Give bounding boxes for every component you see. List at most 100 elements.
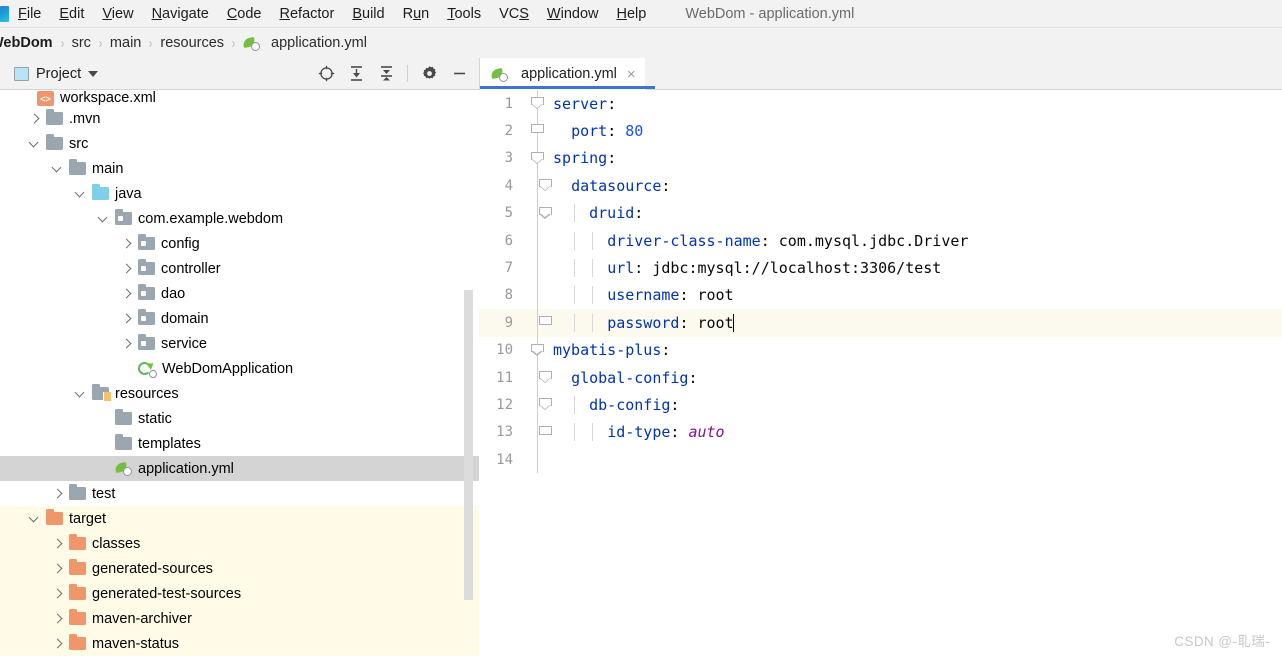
editor-line[interactable]: 11 global-config: [479,363,1282,392]
editor-line[interactable]: 12 db-config: [479,391,1282,419]
chevron-right-icon[interactable] [30,114,39,123]
fold-gutter[interactable] [522,90,553,118]
chevron-down-icon[interactable] [88,70,99,77]
editor-line[interactable]: 6 driver-class-name: com.mysql.jdbc.Driv… [479,226,1282,255]
editor-line[interactable]: 4 datasource: [479,172,1282,200]
expand-all-icon[interactable] [344,62,368,86]
chevron-right-icon[interactable] [122,239,131,248]
chevron-right-icon[interactable] [53,614,62,623]
tree-row[interactable]: src [0,131,479,156]
tree-row[interactable]: resources [0,381,479,406]
chevron-right-icon[interactable] [122,289,131,298]
tree-row-target[interactable]: target [0,506,479,531]
tree-row[interactable]: <> workspace.xml [0,90,479,106]
menu-item-navigate[interactable]: Navigate [143,3,218,25]
project-tree-scrollbar[interactable] [464,290,473,600]
chevron-down-icon[interactable] [76,389,85,398]
fold-gutter[interactable] [522,446,553,474]
chevron-right-icon[interactable] [53,639,62,648]
fold-gutter[interactable] [522,117,553,145]
tree-row[interactable]: main [0,156,479,181]
chevron-right-icon[interactable] [53,489,62,498]
tree-row[interactable]: maven-archiver [0,606,479,631]
breadcrumb-item-src[interactable]: src [72,35,91,51]
fold-gutter[interactable] [522,254,553,282]
menu-item-vcs[interactable]: VCS [490,3,538,25]
breadcrumb-item-file[interactable]: application.yml [242,35,367,51]
fold-gutter[interactable] [522,363,553,392]
tree-row[interactable]: generated-test-sources [0,581,479,606]
tree-row[interactable]: maven-status [0,631,479,656]
chevron-down-icon[interactable] [99,214,108,223]
tree-row[interactable]: test [0,481,479,506]
fold-gutter[interactable] [522,336,553,364]
chevron-right-icon[interactable] [122,339,131,348]
tree-row-application-yml[interactable]: application.yml [0,456,479,481]
editor-line[interactable]: 2 port: 80 [479,117,1282,145]
tree-row[interactable]: controller [0,256,479,281]
editor-line[interactable]: 10 mybatis-plus: [479,336,1282,364]
tree-row[interactable]: generated-sources [0,556,479,581]
editor-line[interactable]: 8 username: root [479,281,1282,310]
chevron-down-icon[interactable] [30,139,39,148]
menu-item-edit[interactable]: Edit [50,3,93,25]
line-number: 6 [504,232,513,249]
chevron-down-icon[interactable] [53,164,62,173]
settings-gear-icon[interactable] [417,62,441,86]
fold-gutter[interactable] [522,199,553,227]
tree-row[interactable]: classes [0,531,479,556]
chevron-right-icon[interactable] [53,539,62,548]
folder-icon [115,434,132,451]
menu-item-file[interactable]: File [9,3,50,25]
editor-line[interactable]: 14 [479,446,1282,474]
excluded-folder-icon [69,534,86,551]
chevron-right-icon[interactable] [53,564,62,573]
fold-gutter[interactable] [522,226,553,255]
menu-item-run[interactable]: Run [394,3,439,25]
breadcrumb-item-project[interactable]: WebDom [0,35,53,51]
editor-line-current[interactable]: 9 password: root [479,309,1282,337]
locate-icon[interactable] [314,62,338,86]
editor-line[interactable]: 5 druid: [479,199,1282,227]
tree-row[interactable]: com.example.webdom [0,206,479,231]
chevron-right-icon[interactable] [122,264,131,273]
chevron-down-icon[interactable] [76,189,85,198]
tree-row[interactable]: config [0,231,479,256]
fold-gutter[interactable] [522,309,553,337]
menu-item-refactor[interactable]: Refactor [271,3,344,25]
editor-line[interactable]: 7 url: jdbc:mysql://localhost:3306/test [479,254,1282,282]
chevron-right-icon[interactable] [53,589,62,598]
hide-toolwindow-icon[interactable] [447,62,471,86]
tree-row[interactable]: dao [0,281,479,306]
fold-gutter[interactable] [522,144,553,173]
project-toolwindow-title[interactable]: Project [14,66,99,82]
breadcrumb-item-main[interactable]: main [110,35,141,51]
fold-gutter[interactable] [522,418,553,447]
tree-row[interactable]: .mvn [0,106,479,131]
menu-item-view[interactable]: View [93,3,142,25]
editor-line[interactable]: 1 server: [479,90,1282,118]
editor-line[interactable]: 13 id-type: auto [479,418,1282,447]
code-editor[interactable]: 1 server: 2 port: 80 3 spring: 4 datasou… [479,90,1282,658]
tree-row[interactable]: java [0,181,479,206]
collapse-all-icon[interactable] [374,62,398,86]
project-tree[interactable]: <> workspace.xml .mvn src main java com.… [0,90,479,658]
fold-gutter[interactable] [522,172,553,200]
fold-gutter[interactable] [522,391,553,419]
menu-item-tools[interactable]: Tools [438,3,490,25]
menu-item-window[interactable]: Window [538,3,608,25]
tree-row[interactable]: templates [0,431,479,456]
breadcrumb-item-resources[interactable]: resources [160,35,224,51]
tree-row[interactable]: static [0,406,479,431]
menu-item-build[interactable]: Build [343,3,393,25]
close-icon[interactable]: × [627,66,636,83]
chevron-down-icon[interactable] [30,514,39,523]
menu-item-help[interactable]: Help [607,3,655,25]
editor-line[interactable]: 3 spring: [479,144,1282,173]
chevron-right-icon[interactable] [122,314,131,323]
menu-item-code[interactable]: Code [218,3,271,25]
tree-row[interactable]: domain [0,306,479,331]
tree-row[interactable]: service [0,331,479,356]
tree-row[interactable]: WebDomApplication [0,356,479,381]
fold-gutter[interactable] [522,281,553,310]
